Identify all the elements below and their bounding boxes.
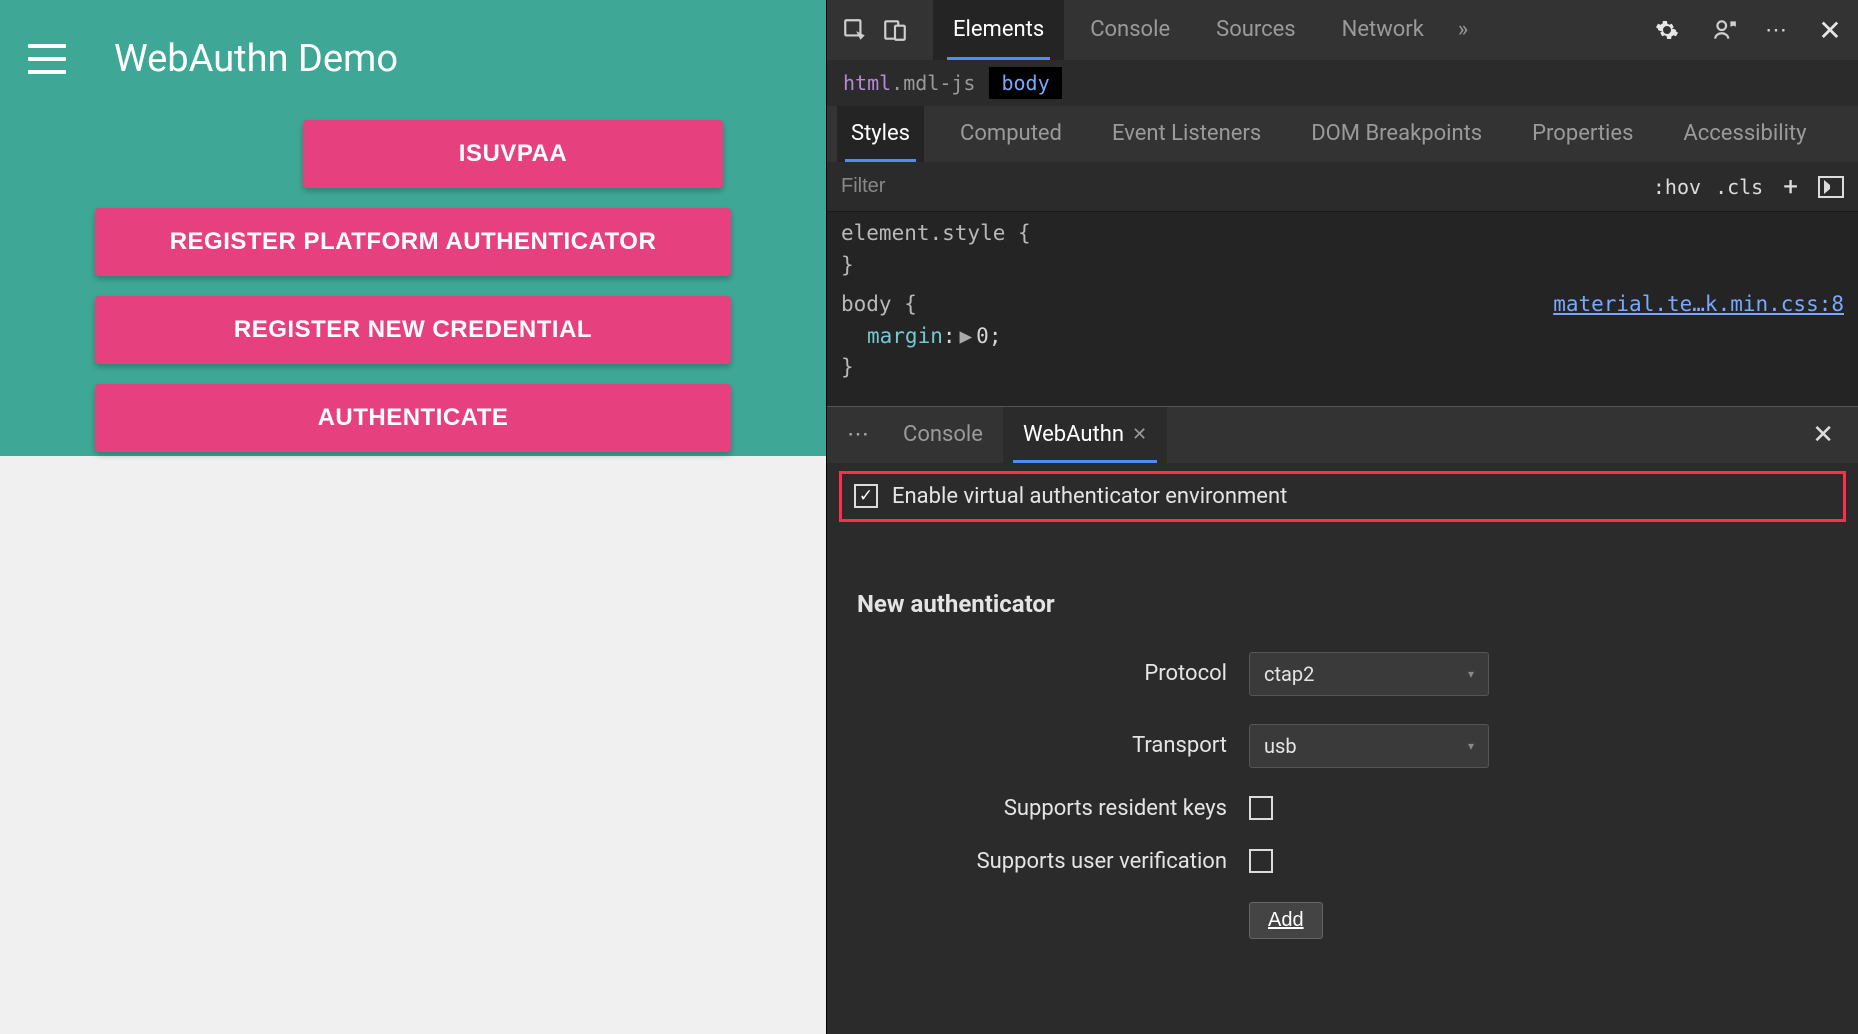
enable-virtual-authenticator-checkbox[interactable] (854, 484, 878, 508)
user-verification-checkbox[interactable] (1249, 849, 1273, 873)
rule-selector: body { (841, 289, 917, 321)
more-options-icon[interactable]: ⋯ (1765, 18, 1790, 43)
settings-icon[interactable] (1649, 12, 1685, 48)
button-stack: ISUVPAA REGISTER PLATFORM AUTHENTICATOR … (0, 120, 826, 452)
breadcrumb-html-class: .mdl-js (891, 71, 975, 95)
breadcrumb-body[interactable]: body (989, 67, 1061, 99)
protocol-value: ctap2 (1264, 662, 1314, 686)
styles-filter-row: :hov .cls + (827, 162, 1858, 212)
resident-keys-label: Supports resident keys (857, 796, 1227, 821)
devtools-main-tabs: Elements Console Sources Network » (933, 0, 1476, 60)
devtools-drawer: ⋯ Console WebAuthn ✕ ✕ Enable virtual au… (827, 406, 1858, 1034)
new-style-rule-icon[interactable]: + (1777, 172, 1804, 202)
new-authenticator-title: New authenticator (857, 590, 1828, 618)
feedback-icon[interactable] (1707, 12, 1743, 48)
rule-close: } (841, 352, 1844, 384)
toggle-computed-sidebar-icon[interactable] (1818, 176, 1844, 198)
subtab-event-listeners[interactable]: Event Listeners (1098, 106, 1275, 162)
user-verification-label: Supports user verification (857, 849, 1227, 874)
device-toolbar-icon[interactable] (877, 12, 913, 48)
webauthn-demo-app: WebAuthn Demo ISUVPAA REGISTER PLATFORM … (0, 0, 826, 1034)
register-new-credential-button[interactable]: REGISTER NEW CREDENTIAL (95, 296, 731, 364)
transport-select[interactable]: usb ▾ (1249, 724, 1489, 768)
css-property[interactable]: margin (867, 324, 943, 348)
enable-virtual-authenticator-label: Enable virtual authenticator environment (892, 484, 1287, 509)
transport-value: usb (1264, 734, 1297, 758)
register-platform-authenticator-button[interactable]: REGISTER PLATFORM AUTHENTICATOR (95, 208, 731, 276)
transport-row: Transport usb ▾ (857, 724, 1828, 768)
drawer-tab-webauthn[interactable]: WebAuthn ✕ (1003, 407, 1167, 463)
drawer-tab-console[interactable]: Console (883, 407, 1003, 463)
enable-virtual-authenticator-row: Enable virtual authenticator environment (839, 471, 1846, 522)
transport-label: Transport (857, 733, 1227, 758)
inspect-element-icon[interactable] (837, 12, 873, 48)
rule-body-props: margin:▶0; (841, 321, 1844, 353)
new-authenticator-form: New authenticator Protocol ctap2 ▾ Trans… (827, 590, 1858, 967)
drawer-more-icon[interactable]: ⋯ (837, 422, 883, 447)
close-devtools-icon[interactable]: ✕ (1812, 12, 1848, 48)
close-drawer-icon[interactable]: ✕ (1798, 420, 1848, 450)
add-row: Add (857, 902, 1828, 939)
devtools-top-bar: Elements Console Sources Network » ⋯ ✕ (827, 0, 1858, 60)
dom-breadcrumb: html.mdl-js body (827, 60, 1858, 106)
menu-icon[interactable] (28, 44, 66, 74)
isuvpaa-button[interactable]: ISUVPAA (303, 120, 723, 188)
styles-rules: element.style { } body { material.te…k.m… (827, 212, 1858, 406)
tab-console[interactable]: Console (1070, 0, 1190, 60)
drawer-tab-webauthn-label: WebAuthn (1023, 407, 1124, 463)
rule-source-link[interactable]: material.te…k.min.css:8 (1553, 289, 1844, 321)
devtools-panel: Elements Console Sources Network » ⋯ ✕ (826, 0, 1858, 1034)
tab-elements[interactable]: Elements (933, 0, 1064, 60)
cls-toggle[interactable]: .cls (1715, 175, 1763, 199)
more-tabs-icon[interactable]: » (1450, 0, 1476, 60)
subtab-dom-breakpoints[interactable]: DOM Breakpoints (1297, 106, 1496, 162)
css-value[interactable]: 0 (976, 324, 989, 348)
styles-filter-input[interactable] (841, 175, 1639, 198)
protocol-label: Protocol (857, 661, 1227, 686)
hov-toggle[interactable]: :hov (1653, 175, 1701, 199)
breadcrumb-html[interactable]: html.mdl-js (843, 71, 975, 95)
elements-subtabs: Styles Computed Event Listeners DOM Brea… (827, 106, 1858, 162)
resident-keys-row: Supports resident keys (857, 796, 1828, 821)
rule-selector: element.style { (841, 218, 1844, 250)
devtools-top-right: ⋯ ✕ (1649, 12, 1848, 48)
authenticate-button[interactable]: AUTHENTICATE (95, 384, 731, 452)
rule-element-style[interactable]: element.style { } (841, 218, 1844, 281)
app-title-row: WebAuthn Demo (0, 24, 826, 94)
protocol-row: Protocol ctap2 ▾ (857, 652, 1828, 696)
resident-keys-checkbox[interactable] (1249, 796, 1273, 820)
subtab-properties[interactable]: Properties (1518, 106, 1647, 162)
app-title: WebAuthn Demo (114, 37, 398, 81)
breadcrumb-html-tag: html (843, 71, 891, 95)
chevron-down-icon: ▾ (1468, 667, 1474, 681)
drawer-tabs: ⋯ Console WebAuthn ✕ ✕ (827, 407, 1858, 463)
close-tab-icon[interactable]: ✕ (1132, 407, 1147, 463)
subtab-styles[interactable]: Styles (837, 106, 924, 162)
subtab-computed[interactable]: Computed (946, 106, 1076, 162)
expand-shorthand-icon[interactable]: ▶ (960, 324, 973, 348)
rule-close: } (841, 250, 1844, 282)
protocol-select[interactable]: ctap2 ▾ (1249, 652, 1489, 696)
chevron-down-icon: ▾ (1468, 739, 1474, 753)
subtab-accessibility[interactable]: Accessibility (1669, 106, 1820, 162)
rule-body[interactable]: body { material.te…k.min.css:8 margin:▶0… (841, 289, 1844, 384)
webauthn-panel: Enable virtual authenticator environment… (827, 463, 1858, 1034)
add-authenticator-button[interactable]: Add (1249, 902, 1323, 939)
user-verification-row: Supports user verification (857, 849, 1828, 874)
tab-network[interactable]: Network (1322, 0, 1444, 60)
tab-sources[interactable]: Sources (1196, 0, 1316, 60)
app-header: WebAuthn Demo ISUVPAA REGISTER PLATFORM … (0, 0, 826, 456)
